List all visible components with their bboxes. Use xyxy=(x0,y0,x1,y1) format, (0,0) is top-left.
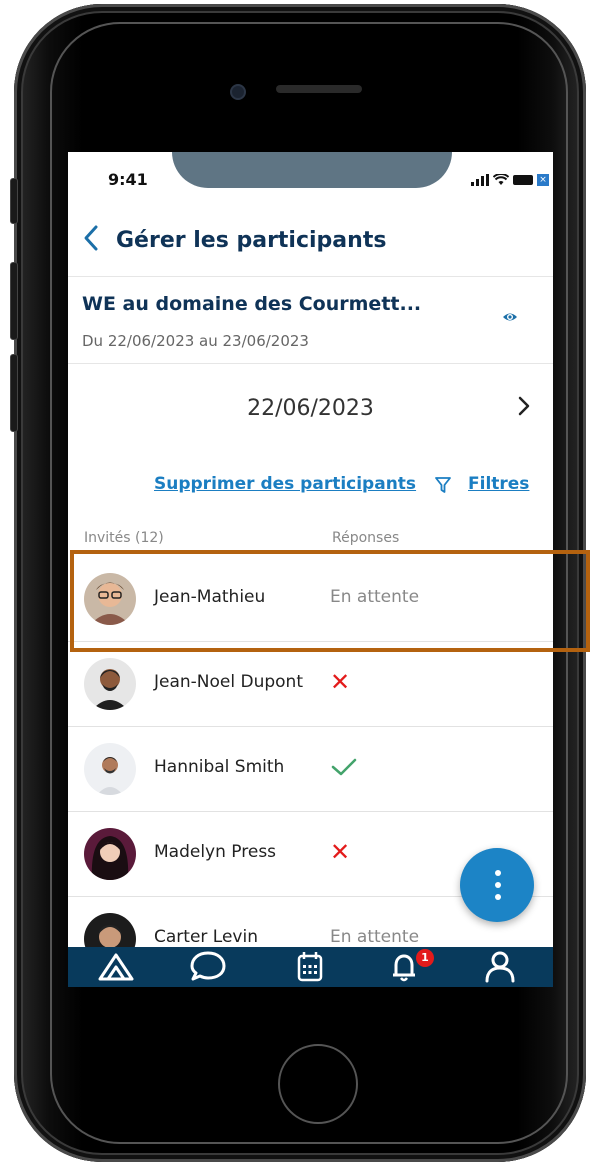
signal-icon xyxy=(471,174,489,186)
invited-column-header: Invités (12) xyxy=(84,530,164,546)
earpiece-speaker xyxy=(276,85,362,93)
avatar xyxy=(84,828,136,880)
notch xyxy=(172,152,452,188)
front-camera xyxy=(230,84,246,100)
selected-row-highlight xyxy=(70,550,590,652)
chevron-left-icon[interactable] xyxy=(82,224,100,252)
battery-icon xyxy=(513,175,533,185)
declined-icon: ✕ xyxy=(330,838,351,866)
dot xyxy=(495,870,501,876)
next-date-button[interactable] xyxy=(517,394,531,424)
close-icon: × xyxy=(537,174,549,186)
dot xyxy=(495,894,501,900)
dot xyxy=(495,882,501,888)
volume-up-button xyxy=(10,262,18,340)
participant-name: Hannibal Smith xyxy=(154,757,285,777)
filter-icon[interactable] xyxy=(434,476,452,494)
back-button[interactable] xyxy=(82,224,100,258)
status-icons: × xyxy=(471,174,549,186)
event-dates: Du 22/06/2023 au 23/06/2023 xyxy=(82,332,309,350)
volume-down-button xyxy=(10,354,18,432)
tab-chat[interactable] xyxy=(186,947,230,987)
wifi-icon xyxy=(493,174,509,185)
user-icon[interactable] xyxy=(478,947,522,987)
tab-calendar[interactable] xyxy=(288,947,332,987)
tab-camp[interactable] xyxy=(94,947,138,987)
status-time: 9:41 xyxy=(108,170,148,189)
list-actions: Supprimer des participants Filtres xyxy=(68,472,553,502)
participant-name: Madelyn Press xyxy=(154,842,277,862)
accepted-icon xyxy=(330,755,358,783)
chevron-right-icon[interactable] xyxy=(517,394,531,418)
notification-badge: 1 xyxy=(416,949,434,967)
eye-icon[interactable] xyxy=(502,309,518,325)
tab-profile[interactable] xyxy=(478,947,522,987)
event-title: WE au domaine des Courmett... xyxy=(82,293,422,315)
calendar-icon[interactable] xyxy=(288,947,332,987)
participant-row[interactable]: Hannibal Smith xyxy=(68,727,553,812)
event-summary: WE au domaine des Courmett... Du 22/06/2… xyxy=(68,277,553,364)
silent-switch xyxy=(10,178,18,224)
participant-name: Jean-Noel Dupont xyxy=(154,672,303,692)
delete-participants-link[interactable]: Supprimer des participants xyxy=(154,474,416,494)
tent-icon[interactable] xyxy=(94,947,138,987)
app-header: Gérer les participants xyxy=(68,214,553,277)
home-button[interactable] xyxy=(278,1044,358,1124)
declined-icon: ✕ xyxy=(330,668,351,696)
chat-icon[interactable] xyxy=(186,947,230,987)
page-title: Gérer les participants xyxy=(116,228,387,253)
participant-row[interactable]: Jean-Noel Dupont ✕ xyxy=(68,642,553,727)
current-date: 22/06/2023 xyxy=(247,396,374,421)
date-navigator: 22/06/2023 xyxy=(68,388,553,438)
more-actions-fab[interactable] xyxy=(460,848,534,922)
responses-column-header: Réponses xyxy=(332,530,400,546)
avatar xyxy=(84,743,136,795)
response-status: En attente xyxy=(330,927,420,947)
filters-link[interactable]: Filtres xyxy=(468,474,529,494)
avatar xyxy=(84,658,136,710)
bottom-tab-bar: 1 xyxy=(68,947,553,987)
participant-name: Carter Levin xyxy=(154,927,258,947)
